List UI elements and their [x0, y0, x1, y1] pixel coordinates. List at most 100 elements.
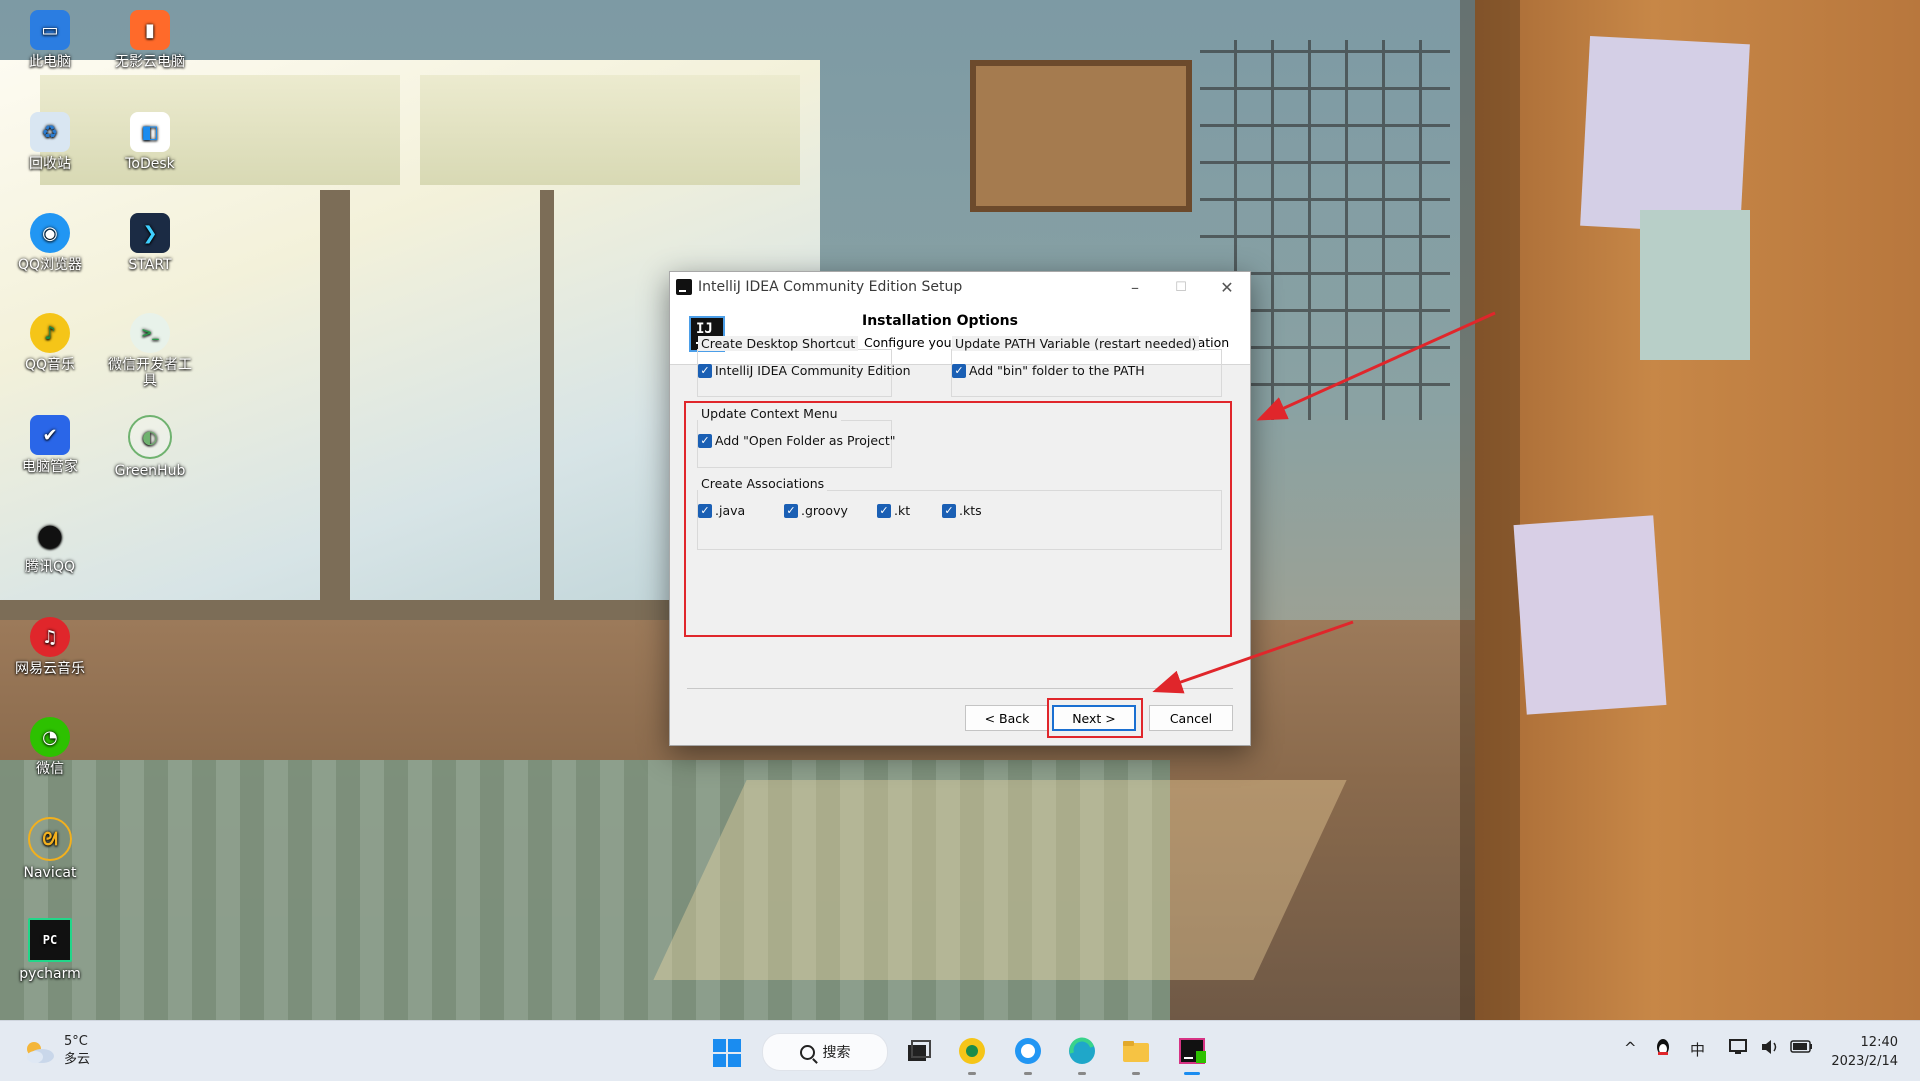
ime-indicator[interactable]: 中 [1690, 1039, 1705, 1060]
search-icon [799, 1044, 815, 1060]
minimize-button[interactable]: – [1112, 272, 1158, 302]
dialog-title: IntelliJ IDEA Community Edition Setup [698, 279, 963, 295]
taskbar-edge[interactable] [1064, 1033, 1100, 1075]
desktop-icon-label: 腾讯QQ [24, 559, 76, 575]
qq-music-icon: ♪ [30, 313, 70, 353]
clock-time: 12:40 [1860, 1035, 1898, 1050]
desktop-icon-todesk[interactable]: ◧ ToDesk [102, 112, 198, 172]
netease-music-icon: ♫ [30, 617, 70, 657]
checkbox-label: IntelliJ IDEA Community Edition [715, 363, 911, 378]
taskbar-search[interactable]: 搜索 [762, 1033, 888, 1071]
checkbox-checked-icon[interactable]: ✓ [877, 503, 891, 518]
system-clock[interactable]: 12:40 2023/2/14 [1831, 1033, 1898, 1071]
checkbox-label: Add "bin" folder to the PATH [969, 363, 1145, 378]
wallpaper-note [1580, 35, 1750, 235]
back-button[interactable]: < Back [965, 705, 1049, 731]
desktop-icon-greenhub[interactable]: ◐ GreenHub [102, 415, 198, 479]
windows-logo-tile [713, 1054, 726, 1067]
checkbox-assoc-kts[interactable]: ✓ .kts [942, 503, 982, 518]
intellij-app-icon [676, 279, 692, 295]
windows-logo-tile [728, 1039, 741, 1052]
start-button[interactable] [713, 1039, 741, 1067]
running-indicator [1024, 1072, 1032, 1075]
desktop-icon-start[interactable]: ❯ START [102, 213, 198, 273]
desktop-icon-navicat[interactable]: ᘛ Navicat [2, 817, 98, 881]
desktop-icon-pycharm[interactable]: PC pycharm [2, 918, 98, 982]
network-icon[interactable] [1728, 1038, 1750, 1060]
desktop-icon-qq-music[interactable]: ♪ QQ音乐 [2, 313, 98, 373]
checkbox-checked-icon[interactable]: ✓ [698, 363, 712, 378]
desktop-icon-label: GreenHub [114, 463, 186, 479]
battery-icon[interactable] [1790, 1039, 1814, 1059]
wallpaper-note [1640, 210, 1750, 360]
qq-browser-icon: ◉ [30, 213, 70, 253]
desktop-icon-qq[interactable]: ● 腾讯QQ [2, 515, 98, 576]
wallpaper-note [1513, 515, 1667, 715]
desktop-icon-qq-browser[interactable]: ◉ QQ浏览器 [2, 213, 98, 273]
show-hidden-icons-button[interactable]: ^ [1624, 1039, 1637, 1057]
wallpaper-shadow [1460, 0, 1520, 1020]
wallpaper-blind [420, 75, 800, 185]
footer-separator [687, 688, 1233, 689]
checkbox-checked-icon[interactable]: ✓ [698, 433, 712, 448]
checkbox-label: .kts [959, 503, 982, 518]
desktop-icon-label: 微信 [36, 761, 64, 777]
desktop-icon-label: 回收站 [29, 156, 71, 172]
running-indicator [968, 1072, 976, 1075]
tray-qq-icon[interactable] [1655, 1037, 1671, 1061]
greenhub-icon: ◐ [128, 415, 172, 459]
desktop-icon-recycle-bin[interactable]: ♻ 回收站 [2, 112, 98, 172]
checkbox-label: Add "Open Folder as Project" [715, 433, 896, 448]
pycharm-icon: PC [28, 918, 72, 962]
taskbar-qq-music[interactable] [954, 1033, 990, 1075]
checkbox-checked-icon[interactable]: ✓ [698, 503, 712, 518]
wallpaper-window-frame [320, 190, 350, 610]
taskbar-intellij-setup[interactable] [1174, 1033, 1210, 1075]
desktop-icon-label: 微信开发者工具 [108, 357, 192, 389]
desktop-icon-label: 无影云电脑 [115, 54, 185, 70]
task-view-button[interactable] [900, 1033, 936, 1069]
start-app-icon: ❯ [130, 213, 170, 253]
weather-widget[interactable]: 5°C 多云 [22, 1033, 90, 1069]
volume-icon[interactable] [1760, 1038, 1780, 1060]
taskbar-file-explorer[interactable] [1118, 1033, 1154, 1075]
checkbox-label: .java [715, 503, 746, 518]
checkbox-desktop-shortcut[interactable]: ✓ IntelliJ IDEA Community Edition [698, 363, 911, 378]
search-label: 搜索 [822, 1045, 851, 1061]
checkbox-assoc-groovy[interactable]: ✓ .groovy [784, 503, 848, 518]
desktop-icon-label: 网易云音乐 [15, 661, 85, 677]
wallpaper-window-frame [540, 190, 554, 610]
wechat-devtools-icon: >_ [130, 313, 170, 353]
checkbox-label: .kt [894, 503, 911, 518]
checkbox-add-bin-to-path[interactable]: ✓ Add "bin" folder to the PATH [952, 363, 1145, 378]
checkbox-checked-icon[interactable]: ✓ [942, 503, 956, 518]
desktop-icon-label: QQ音乐 [24, 357, 76, 373]
desktop-icon-wechat[interactable]: ◔ 微信 [2, 717, 98, 777]
cancel-button[interactable]: Cancel [1149, 705, 1233, 731]
maximize-button: ☐ [1175, 279, 1187, 295]
close-button[interactable]: ✕ [1204, 272, 1250, 302]
desktop-icon-label: Navicat [23, 865, 77, 881]
taskbar-qq-browser[interactable] [1010, 1033, 1046, 1075]
group-label-update-path: Update PATH Variable (restart needed) [952, 336, 1200, 351]
checkbox-assoc-java[interactable]: ✓ .java [698, 503, 745, 518]
desktop-icon-label: QQ浏览器 [17, 257, 83, 273]
checkbox-open-folder-as-project[interactable]: ✓ Add "Open Folder as Project" [698, 433, 896, 448]
dialog-titlebar[interactable]: IntelliJ IDEA Community Edition Setup – … [670, 272, 1250, 302]
clock-date: 2023/2/14 [1831, 1054, 1898, 1069]
desktop-icon-wechat-devtools[interactable]: >_ 微信开发者工具 [102, 313, 198, 389]
checkbox-checked-icon[interactable]: ✓ [784, 503, 798, 518]
desktop-icon-this-pc[interactable]: ▭ 此电脑 [2, 10, 98, 70]
desktop-icon-netease-music[interactable]: ♫ 网易云音乐 [2, 617, 98, 677]
checkbox-checked-icon[interactable]: ✓ [952, 363, 966, 378]
cloud-pc-icon: ▮ [130, 10, 170, 50]
checkbox-assoc-kt[interactable]: ✓ .kt [877, 503, 910, 518]
desktop-icon-cloud-pc[interactable]: ▮ 无影云电脑 [102, 10, 198, 70]
group-label-desktop-shortcut: Create Desktop Shortcut [698, 336, 859, 351]
page-title: Installation Options [862, 313, 1018, 329]
navicat-icon: ᘛ [28, 817, 72, 861]
desktop-icon-pc-manager[interactable]: ✔ 电脑管家 [2, 415, 98, 475]
cloudy-weather-icon [22, 1039, 54, 1063]
next-button[interactable]: Next > [1052, 705, 1136, 731]
group-label-context-menu: Update Context Menu [698, 406, 841, 421]
